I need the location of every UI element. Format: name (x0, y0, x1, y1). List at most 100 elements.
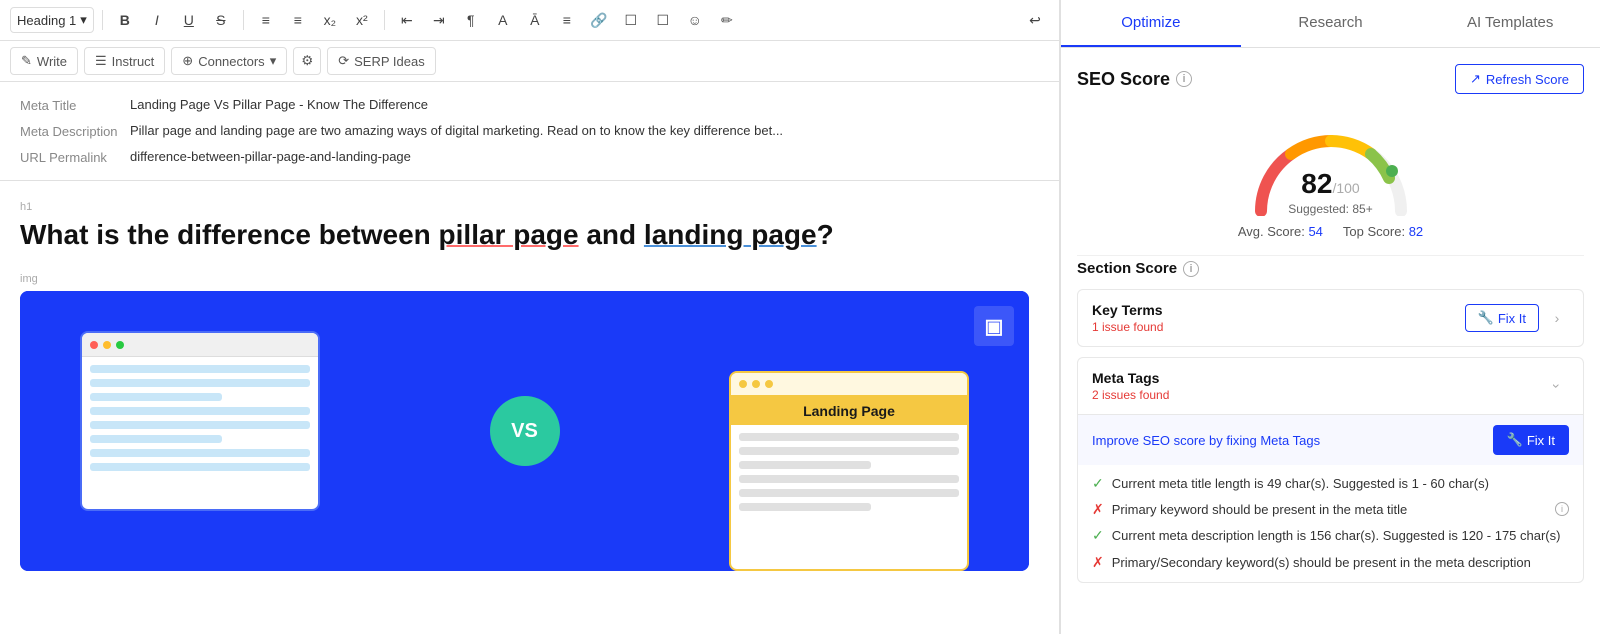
key-terms-header: Key Terms 1 issue found 🔧 Fix It › (1078, 290, 1583, 346)
browser-mock-right: Landing Page (729, 371, 969, 571)
score-row: Avg. Score: 54 Top Score: 82 (1238, 224, 1423, 239)
embed-button[interactable]: ☐ (649, 6, 677, 34)
check-ok-icon-3: ✓ (1092, 527, 1104, 544)
check-text-4: Primary/Secondary keyword(s) should be p… (1112, 554, 1569, 572)
section-score-text: Section Score (1077, 260, 1177, 277)
serp-icon: ⟳ (338, 53, 349, 69)
strikethrough-button[interactable]: S (207, 6, 235, 34)
browser-lines-right (731, 425, 967, 519)
seo-info-icon[interactable]: i (1176, 71, 1192, 87)
ordered-list-button[interactable]: ≡ (252, 6, 280, 34)
dot-red (90, 341, 98, 349)
image-content: Landing Page VS ▣ (20, 291, 1029, 571)
dot-yellow2 (752, 380, 760, 388)
gauge-dot (1386, 165, 1398, 177)
browser-line (90, 393, 222, 401)
meta-tags-fix-button[interactable]: 🔧 Fix It (1493, 425, 1569, 455)
heading-dropdown-icon: ▾ (80, 12, 87, 28)
content-area[interactable]: h1 What is the difference between pillar… (0, 181, 1059, 634)
key-terms-actions: 🔧 Fix It › (1465, 304, 1569, 332)
bold-button[interactable]: B (111, 6, 139, 34)
tab-optimize[interactable]: Optimize (1061, 0, 1241, 47)
gauge-wrap: 82/100 Suggested: 85+ (1241, 116, 1421, 216)
browser-line (90, 407, 310, 415)
dot-green (116, 341, 124, 349)
top-score-value[interactable]: 82 (1409, 224, 1423, 239)
meta-tags-chevron[interactable]: › (1545, 374, 1569, 398)
meta-title-value[interactable]: Landing Page Vs Pillar Page - Know The D… (130, 97, 1039, 112)
instruct-icon: ☰ (95, 53, 107, 69)
serp-label: SERP Ideas (354, 54, 425, 69)
section-score-info-icon[interactable]: i (1183, 261, 1199, 277)
seo-header: SEO Score i ↗ Refresh Score (1077, 64, 1584, 94)
url-value[interactable]: difference-between-pillar-page-and-landi… (130, 149, 1039, 164)
settings-button[interactable]: ⚙ (293, 47, 321, 75)
paragraph-button[interactable]: ¶ (457, 6, 485, 34)
avg-score-value[interactable]: 54 (1308, 224, 1322, 239)
tab-research[interactable]: Research (1241, 0, 1421, 47)
check-item-4: ✗ Primary/Secondary keyword(s) should be… (1092, 554, 1569, 572)
toolbar: Heading 1 ▾ B I U S ≡ ≡ x₂ x² ⇤ ⇥ ¶ A Ā … (0, 0, 1059, 41)
browser-line (739, 461, 871, 469)
underline-button[interactable]: U (175, 6, 203, 34)
corner-logo: ▣ (974, 306, 1014, 346)
meta-section: Meta Title Landing Page Vs Pillar Page -… (0, 82, 1059, 181)
text-clear-button[interactable]: Ā (521, 6, 549, 34)
heading-select[interactable]: Heading 1 ▾ (10, 7, 94, 33)
text-color-button[interactable]: A (489, 6, 517, 34)
link-button[interactable]: 🔗 (585, 6, 613, 34)
emoji-button[interactable]: ☺ (681, 6, 709, 34)
article-image: Landing Page VS ▣ (20, 291, 1029, 571)
write-button[interactable]: ✎ Write (10, 47, 78, 75)
article-title[interactable]: What is the difference between pillar pa… (20, 217, 1029, 253)
tab-optimize-label: Optimize (1121, 14, 1180, 31)
browser-line (739, 475, 959, 483)
article-title-part1: What is the difference between (20, 219, 439, 250)
write-label: Write (37, 54, 67, 69)
check-item-2: ✗ Primary keyword should be present in t… (1092, 501, 1569, 519)
img-label: img (20, 273, 1029, 285)
meta-tags-fix-label: Fix It (1527, 433, 1555, 448)
indent-left-button[interactable]: ⇤ (393, 6, 421, 34)
gauge-container: 82/100 Suggested: 85+ Avg. Score: 54 Top… (1077, 106, 1584, 255)
check-err-icon-4: ✗ (1092, 554, 1104, 571)
browser-line (90, 449, 310, 457)
key-terms-fix-button[interactable]: 🔧 Fix It (1465, 304, 1539, 332)
meta-title-label: Meta Title (20, 97, 130, 113)
toolbar-divider-2 (243, 10, 244, 30)
article-title-highlight2: landing page (644, 219, 817, 250)
edit-button[interactable]: ✏ (713, 6, 741, 34)
check-info-icon-2[interactable]: i (1555, 502, 1569, 516)
indent-right-button[interactable]: ⇥ (425, 6, 453, 34)
unordered-list-button[interactable]: ≡ (284, 6, 312, 34)
superscript-button[interactable]: x² (348, 6, 376, 34)
panel-tabs: Optimize Research AI Templates (1061, 0, 1600, 48)
toolbar-divider-3 (384, 10, 385, 30)
refresh-score-button[interactable]: ↗ Refresh Score (1455, 64, 1584, 94)
tab-ai-templates[interactable]: AI Templates (1420, 0, 1600, 47)
instruct-button[interactable]: ☰ Instruct (84, 47, 165, 75)
subscript-button[interactable]: x₂ (316, 6, 344, 34)
key-terms-issue: 1 issue found (1092, 320, 1163, 334)
url-label: URL Permalink (20, 149, 130, 165)
image-button[interactable]: ☐ (617, 6, 645, 34)
gear-icon: ⚙ (301, 53, 313, 69)
browser-line (90, 435, 222, 443)
meta-description-value[interactable]: Pillar page and landing page are two ama… (130, 123, 1039, 138)
history-button[interactable]: ↩ (1021, 6, 1049, 34)
check-item-3: ✓ Current meta description length is 156… (1092, 527, 1569, 545)
landing-page-label: Landing Page (731, 397, 967, 425)
browser-bar-right (731, 373, 967, 397)
italic-button[interactable]: I (143, 6, 171, 34)
serp-button[interactable]: ⟳ SERP Ideas (327, 47, 436, 75)
connectors-button[interactable]: ⊕ Connectors ▾ (171, 47, 287, 75)
meta-tags-title: Meta Tags (1092, 370, 1169, 386)
key-terms-title: Key Terms (1092, 302, 1163, 318)
check-item-1: ✓ Current meta title length is 49 char(s… (1092, 475, 1569, 493)
meta-tags-item: Meta Tags 2 issues found › Improve SEO s… (1077, 357, 1584, 583)
h1-label: h1 (20, 201, 1029, 213)
align-button[interactable]: ≡ (553, 6, 581, 34)
check-text-1: Current meta title length is 49 char(s).… (1112, 475, 1569, 493)
connectors-dropdown-icon: ▾ (270, 53, 277, 69)
key-terms-chevron[interactable]: › (1545, 306, 1569, 330)
